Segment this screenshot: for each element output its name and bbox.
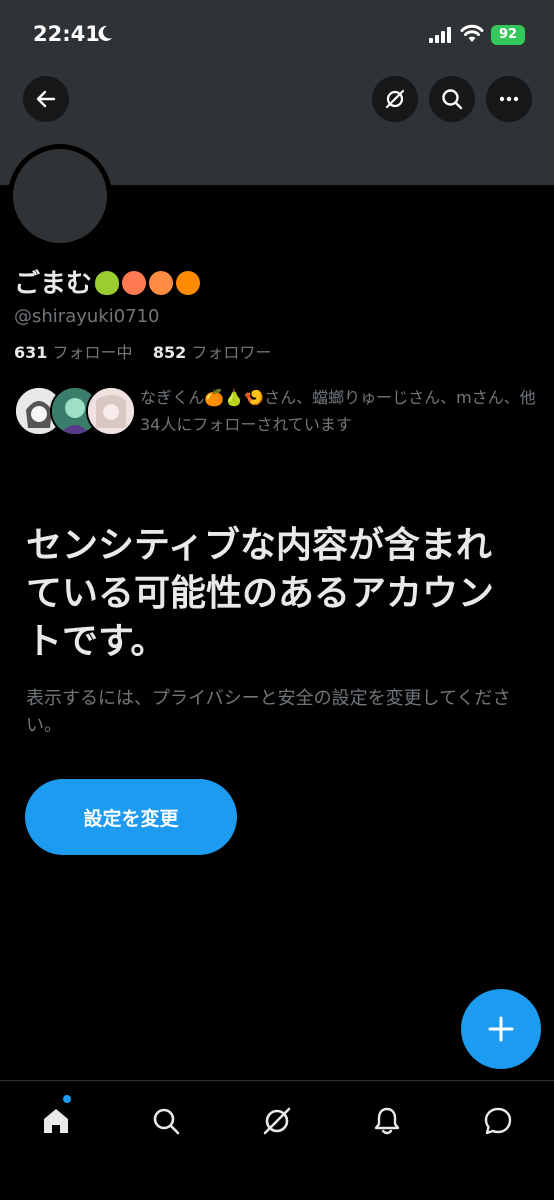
follow-stats: 631 フォロー中 852 フォロワー [14, 339, 271, 363]
back-button[interactable] [23, 76, 69, 122]
sensitive-warning-description: 表示するには、プライバシーと安全の設定を変更してください。 [26, 688, 511, 736]
status-bar: 22:41 92 [0, 0, 554, 70]
home-icon [44, 1109, 68, 1133]
profile-handle: @shirayuki0710 [14, 306, 160, 327]
avatar[interactable] [8, 144, 112, 248]
avatar-placeholder [13, 149, 107, 243]
tab-search[interactable] [146, 1101, 186, 1141]
followers-link[interactable]: 852 フォロワー [153, 343, 272, 362]
profile-name-text: ごまむ [14, 269, 93, 299]
search-icon [442, 89, 463, 110]
followed-by-text[interactable]: なぎくん🍊🍐🍤さん、蟷螂りゅーじさん、mさん、他34人にフォローされています [140, 384, 540, 438]
compose-button[interactable] [461, 989, 541, 1069]
sensitive-warning-title: センシティブな内容が含まれている可能性のあるアカウントです。 [26, 525, 495, 662]
shrimp-icon [149, 271, 174, 295]
tab-notifications[interactable] [367, 1101, 407, 1141]
tab-home[interactable] [36, 1101, 76, 1141]
signal-icon [429, 27, 451, 43]
pear-icon [95, 271, 120, 295]
moon-icon [98, 25, 112, 41]
search-button[interactable] [429, 76, 475, 122]
follower-avatar[interactable] [86, 386, 136, 436]
wifi-icon [460, 24, 484, 42]
profile-name: ごまむ [14, 263, 201, 300]
more-button[interactable] [486, 76, 532, 122]
notifications-icon [374, 1107, 400, 1135]
orange-icon [176, 271, 201, 295]
search-icon [153, 1108, 180, 1135]
tab-grok[interactable] [257, 1101, 297, 1141]
messages-icon [484, 1107, 512, 1135]
bottom-tab-bar [0, 1080, 554, 1200]
tab-messages[interactable] [478, 1101, 518, 1141]
back-arrow-icon [36, 90, 56, 108]
status-time: 22:41 [33, 22, 100, 46]
grok-icon [385, 89, 405, 109]
grok-icon [263, 1107, 291, 1135]
more-icon [499, 96, 519, 102]
battery-indicator: 92 [491, 25, 525, 45]
unread-dot [63, 1095, 71, 1103]
grok-button[interactable] [372, 76, 418, 122]
following-link[interactable]: 631 フォロー中 [14, 343, 133, 362]
follower-avatar-image [88, 388, 134, 434]
change-settings-button[interactable]: 設定を変更 [25, 779, 237, 855]
shrimp-icon [122, 271, 147, 295]
plus-icon [488, 1016, 514, 1042]
